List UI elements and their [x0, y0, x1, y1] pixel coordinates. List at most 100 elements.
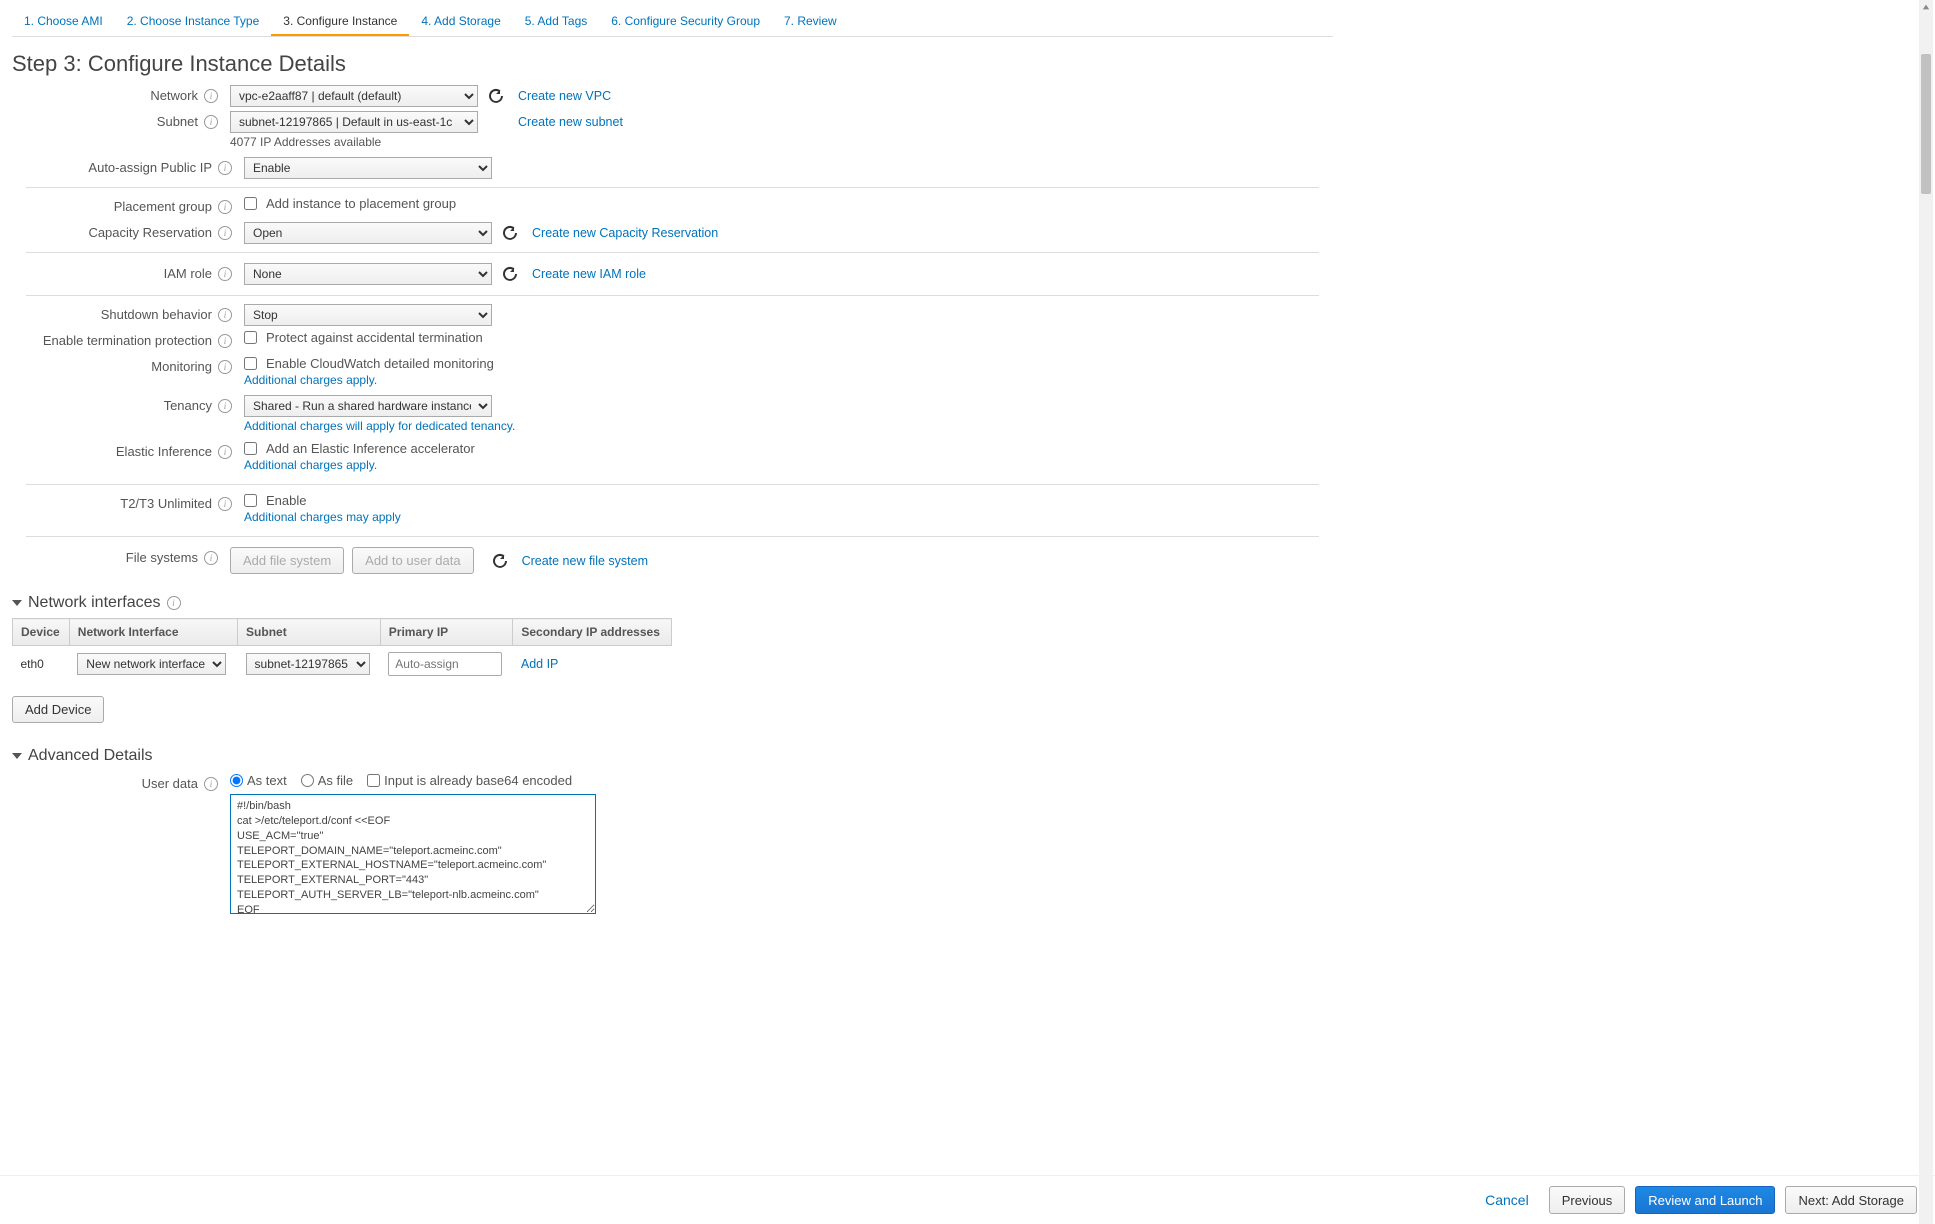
info-icon[interactable]: i: [204, 777, 218, 791]
add-file-system-button: Add file system: [230, 547, 344, 574]
user-data-textarea[interactable]: [230, 794, 596, 914]
tab-add-tags[interactable]: 5. Add Tags: [513, 8, 600, 36]
wizard-footer: Cancel Previous Review and Launch Next: …: [0, 1175, 1935, 1224]
subnet-label: Subnet: [12, 111, 204, 133]
ni-device-cell: eth0: [13, 646, 70, 683]
caret-down-icon: [12, 753, 22, 759]
capacity-reservation-select[interactable]: Open: [244, 222, 492, 244]
elastic-inference-note[interactable]: Additional charges apply.: [244, 456, 475, 476]
info-icon[interactable]: i: [218, 360, 232, 374]
create-capacity-reservation-link[interactable]: Create new Capacity Reservation: [532, 226, 718, 240]
review-and-launch-button[interactable]: Review and Launch: [1635, 1186, 1775, 1214]
ni-interface-select[interactable]: New network interface: [77, 653, 226, 675]
termination-protection-checkbox-label: Protect against accidental termination: [266, 330, 483, 345]
info-icon[interactable]: i: [218, 161, 232, 175]
info-icon[interactable]: i: [218, 200, 232, 214]
user-data-label: User data: [12, 773, 204, 795]
ni-header-primary-ip: Primary IP: [380, 619, 513, 646]
refresh-icon[interactable]: [502, 266, 518, 282]
info-icon[interactable]: i: [218, 445, 232, 459]
t2t3-checkbox-label: Enable: [266, 493, 306, 508]
info-icon[interactable]: i: [218, 308, 232, 322]
add-to-user-data-button: Add to user data: [352, 547, 473, 574]
table-row: eth0 New network interface subnet-121978…: [13, 646, 672, 683]
t2t3-note[interactable]: Additional charges may apply: [244, 508, 401, 528]
termination-protection-label: Enable termination protection: [26, 330, 218, 352]
previous-button[interactable]: Previous: [1549, 1186, 1626, 1214]
monitoring-note[interactable]: Additional charges apply.: [244, 371, 494, 391]
scrollbar[interactable]: [1919, 0, 1933, 1224]
tenancy-label: Tenancy: [26, 395, 218, 417]
wizard-tabs: 1. Choose AMI 2. Choose Instance Type 3.…: [12, 0, 1333, 37]
shutdown-behavior-label: Shutdown behavior: [26, 304, 218, 326]
refresh-icon[interactable]: [502, 225, 518, 241]
tab-choose-instance-type[interactable]: 2. Choose Instance Type: [115, 8, 272, 36]
t2t3-checkbox[interactable]: [244, 494, 257, 507]
user-data-as-text-radio[interactable]: As text: [230, 773, 287, 788]
scrollbar-thumb[interactable]: [1921, 54, 1931, 194]
ni-header-device: Device: [13, 619, 70, 646]
refresh-icon[interactable]: [488, 88, 504, 104]
tab-add-storage[interactable]: 4. Add Storage: [409, 8, 512, 36]
info-icon[interactable]: i: [204, 551, 218, 565]
add-ip-link[interactable]: Add IP: [521, 657, 559, 671]
info-icon[interactable]: i: [204, 115, 218, 129]
ni-subnet-select[interactable]: subnet-12197865: [246, 653, 370, 675]
ni-header-secondary-ip: Secondary IP addresses: [513, 619, 672, 646]
placement-group-checkbox[interactable]: [244, 197, 257, 210]
tab-security-group[interactable]: 6. Configure Security Group: [599, 8, 772, 36]
network-label: Network: [12, 85, 204, 107]
info-icon[interactable]: i: [218, 497, 232, 511]
auto-ip-label: Auto-assign Public IP: [26, 157, 218, 179]
create-vpc-link[interactable]: Create new VPC: [518, 89, 611, 103]
ni-primary-ip-input[interactable]: [388, 652, 502, 676]
tab-choose-ami[interactable]: 1. Choose AMI: [12, 8, 115, 36]
iam-role-label: IAM role: [26, 263, 218, 285]
network-interfaces-expander[interactable]: Network interfaces i: [12, 584, 1333, 618]
elastic-inference-label: Elastic Inference: [26, 441, 218, 463]
iam-role-select[interactable]: None: [244, 263, 492, 285]
subnet-select[interactable]: subnet-12197865 | Default in us-east-1c: [230, 111, 478, 133]
tenancy-select[interactable]: Shared - Run a shared hardware instance: [244, 395, 492, 417]
auto-ip-select[interactable]: Enable: [244, 157, 492, 179]
network-interfaces-table: Device Network Interface Subnet Primary …: [12, 618, 672, 682]
refresh-icon[interactable]: [492, 553, 508, 569]
create-iam-role-link[interactable]: Create new IAM role: [532, 267, 646, 281]
create-file-system-link[interactable]: Create new file system: [522, 554, 648, 568]
user-data-as-file-radio[interactable]: As file: [301, 773, 353, 788]
t2t3-label: T2/T3 Unlimited: [26, 493, 218, 515]
monitoring-checkbox[interactable]: [244, 357, 257, 370]
shutdown-behavior-select[interactable]: Stop: [244, 304, 492, 326]
info-icon[interactable]: i: [218, 334, 232, 348]
create-subnet-link[interactable]: Create new subnet: [518, 115, 623, 129]
info-icon[interactable]: i: [218, 399, 232, 413]
file-systems-label: File systems: [12, 547, 204, 569]
advanced-details-expander[interactable]: Advanced Details: [12, 737, 1333, 771]
elastic-inference-checkbox[interactable]: [244, 442, 257, 455]
next-add-storage-button[interactable]: Next: Add Storage: [1785, 1186, 1917, 1214]
add-device-button[interactable]: Add Device: [12, 696, 104, 723]
advanced-details-title: Advanced Details: [28, 747, 153, 765]
info-icon[interactable]: i: [218, 267, 232, 281]
subnet-note: 4077 IP Addresses available: [230, 133, 774, 153]
placement-group-checkbox-label: Add instance to placement group: [266, 196, 456, 211]
elastic-inference-checkbox-label: Add an Elastic Inference accelerator: [266, 441, 475, 456]
tab-configure-instance[interactable]: 3. Configure Instance: [271, 8, 409, 36]
info-icon[interactable]: i: [218, 226, 232, 240]
scroll-up-arrow-icon[interactable]: [1919, 0, 1933, 14]
capacity-reservation-label: Capacity Reservation: [26, 222, 218, 244]
network-interfaces-title: Network interfaces: [28, 594, 161, 612]
caret-down-icon: [12, 600, 22, 606]
tab-review[interactable]: 7. Review: [772, 8, 849, 36]
user-data-base64-checkbox[interactable]: Input is already base64 encoded: [367, 773, 572, 788]
network-select[interactable]: vpc-e2aaff87 | default (default): [230, 85, 478, 107]
info-icon[interactable]: i: [167, 596, 181, 610]
monitoring-label: Monitoring: [26, 356, 218, 378]
placement-group-label: Placement group: [26, 196, 218, 218]
tenancy-note[interactable]: Additional charges will apply for dedica…: [244, 417, 515, 437]
info-icon[interactable]: i: [204, 89, 218, 103]
ni-header-interface: Network Interface: [69, 619, 237, 646]
ni-header-subnet: Subnet: [238, 619, 381, 646]
termination-protection-checkbox[interactable]: [244, 331, 257, 344]
cancel-button[interactable]: Cancel: [1475, 1186, 1539, 1214]
